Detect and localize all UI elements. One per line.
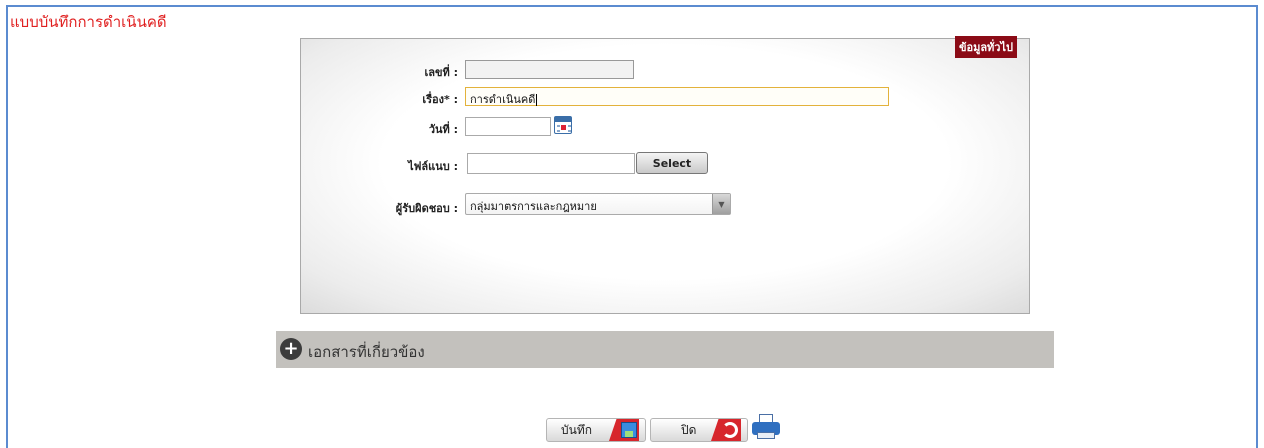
date-label: วันที่ : <box>428 123 458 136</box>
responsible-select[interactable]: กลุ่มมาตรการและกฎหมาย ▼ <box>465 193 731 215</box>
save-icon <box>621 422 637 438</box>
date-field[interactable] <box>465 117 551 136</box>
responsible-value: กลุ่มมาตรการและกฎหมาย <box>470 200 597 213</box>
undo-icon <box>722 422 738 438</box>
attachment-label: ไฟล์แนบ : <box>408 160 458 173</box>
save-button[interactable]: บันทึก <box>546 418 646 442</box>
number-field[interactable] <box>465 60 634 79</box>
subject-label: เรื่อง* : <box>422 93 458 106</box>
plus-circle-icon[interactable]: + <box>280 338 302 360</box>
save-button-label: บันทึก <box>561 422 592 437</box>
page-title: แบบบันทึกการดำเนินคดี <box>10 13 167 31</box>
number-label: เลขที่ : <box>424 66 459 79</box>
related-documents-label: เอกสารที่เกี่ยวข้อง <box>308 343 425 361</box>
close-button[interactable]: ปิด <box>650 418 748 442</box>
printer-icon[interactable] <box>752 414 780 440</box>
attachment-field[interactable] <box>467 153 635 174</box>
select-file-button[interactable]: Select <box>636 152 708 174</box>
text-cursor <box>536 94 538 106</box>
close-button-label: ปิด <box>681 422 697 437</box>
calendar-icon[interactable] <box>554 116 572 134</box>
subject-value: การดำเนินคดี <box>470 93 536 106</box>
panel-tag: ข้อมูลทั่วไป <box>954 36 1017 58</box>
subject-field[interactable]: การดำเนินคดี <box>465 87 889 106</box>
responsible-label: ผู้รับผิดชอบ : <box>395 202 458 215</box>
chevron-down-icon[interactable]: ▼ <box>712 194 730 214</box>
related-documents-bar[interactable]: + เอกสารที่เกี่ยวข้อง <box>276 331 1054 368</box>
